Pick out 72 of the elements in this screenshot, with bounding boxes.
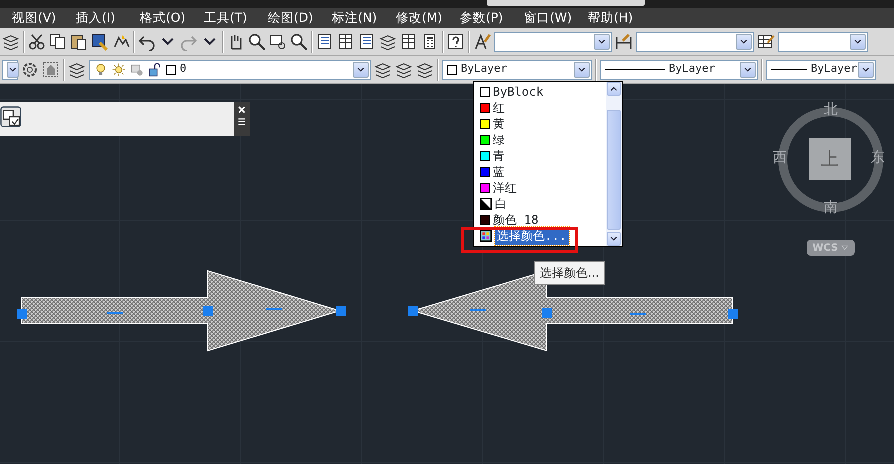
tooltip: 选择颜色... xyxy=(534,261,606,285)
menu-item[interactable]: 工具(T) xyxy=(202,9,266,27)
paste-icon[interactable] xyxy=(70,32,88,50)
lineweight-value: ByLayer xyxy=(811,61,858,78)
help-icon[interactable] xyxy=(447,32,465,50)
grip-handle[interactable] xyxy=(336,306,346,316)
color-option[interactable]: 颜色 18 xyxy=(493,211,539,229)
zoom-icon[interactable] xyxy=(248,32,266,50)
color-option[interactable]: 蓝 xyxy=(493,163,505,181)
color-swatch xyxy=(447,64,457,74)
menu-item[interactable]: 参数(P) xyxy=(458,9,522,27)
workspace-dropdown[interactable] xyxy=(2,60,18,80)
zoom-icon[interactable] xyxy=(290,32,308,50)
copy-icon[interactable] xyxy=(49,32,67,50)
layers-icon[interactable] xyxy=(379,32,397,50)
color-dropdown[interactable]: ByLayer xyxy=(442,60,592,80)
layers-icon[interactable] xyxy=(395,60,413,78)
grid-icon[interactable] xyxy=(400,32,418,50)
menu-item[interactable]: 绘图(D) xyxy=(266,9,330,27)
unlock-icon[interactable] xyxy=(148,62,162,76)
palette-button-icon[interactable] xyxy=(0,106,22,128)
line-sample xyxy=(771,69,807,70)
color-option[interactable]: 黄 xyxy=(493,115,505,133)
grip-handle[interactable] xyxy=(203,306,213,316)
color-palette-icon xyxy=(480,230,492,242)
grip-handle[interactable] xyxy=(408,306,418,316)
layer-name: 0 xyxy=(180,61,187,78)
gear-icon[interactable] xyxy=(21,60,39,78)
layers-icon[interactable] xyxy=(374,60,392,78)
sun-icon[interactable] xyxy=(112,62,126,76)
table-style-icon[interactable] xyxy=(757,32,775,50)
menu-item[interactable]: 插入(I) xyxy=(74,9,138,27)
color-option[interactable]: 青 xyxy=(493,147,505,165)
text-style-icon[interactable] xyxy=(473,32,491,50)
layer-dropdown[interactable]: 0 xyxy=(89,60,371,80)
color-option[interactable]: ByBlock xyxy=(493,83,544,101)
menu-item[interactable]: 视图(V) xyxy=(10,9,74,27)
color-option[interactable]: 白 xyxy=(495,195,507,213)
grip-handle[interactable] xyxy=(728,309,738,319)
linetype-value: ByLayer xyxy=(669,61,716,78)
menu-item[interactable]: 窗口(W) xyxy=(522,9,586,27)
close-icon[interactable] xyxy=(237,105,247,115)
menu-item[interactable]: 帮助(H) xyxy=(586,9,650,27)
color-value: ByLayer xyxy=(461,61,508,78)
color-swatch xyxy=(166,64,176,74)
layers-icon[interactable] xyxy=(416,60,434,78)
scrollbar-thumb[interactable] xyxy=(607,110,621,230)
menu-item[interactable]: 修改(M) xyxy=(394,9,458,27)
panel-icon[interactable] xyxy=(358,32,376,50)
ucs-label: WCS xyxy=(812,242,838,256)
top-label: 上 xyxy=(821,148,839,172)
line-sample xyxy=(605,69,665,70)
menu-item[interactable]: 格式(O) xyxy=(138,9,202,27)
grid-icon[interactable] xyxy=(337,32,355,50)
zoom-window-icon[interactable] xyxy=(269,32,287,50)
match-properties-icon[interactable] xyxy=(91,32,109,50)
lineweight-dropdown[interactable]: ByLayer xyxy=(766,60,876,80)
menu-icon[interactable] xyxy=(237,117,247,127)
color-option[interactable]: 红 xyxy=(493,99,505,117)
grip-handle[interactable] xyxy=(542,308,552,318)
bulb-icon[interactable] xyxy=(94,62,108,76)
search-field[interactable] xyxy=(487,0,645,6)
menu-item[interactable]: 标注(N) xyxy=(330,9,394,27)
layer-properties-icon[interactable] xyxy=(68,60,86,78)
cut-icon[interactable] xyxy=(28,32,46,50)
layers-icon[interactable] xyxy=(2,32,20,50)
color-option[interactable]: 绿 xyxy=(493,131,505,149)
grip-handle[interactable] xyxy=(17,309,27,319)
color-option[interactable]: 洋红 xyxy=(493,179,517,197)
dimension-style-icon[interactable] xyxy=(615,32,633,50)
house-icon[interactable] xyxy=(42,60,60,78)
linetype-dropdown[interactable]: ByLayer xyxy=(600,60,758,80)
